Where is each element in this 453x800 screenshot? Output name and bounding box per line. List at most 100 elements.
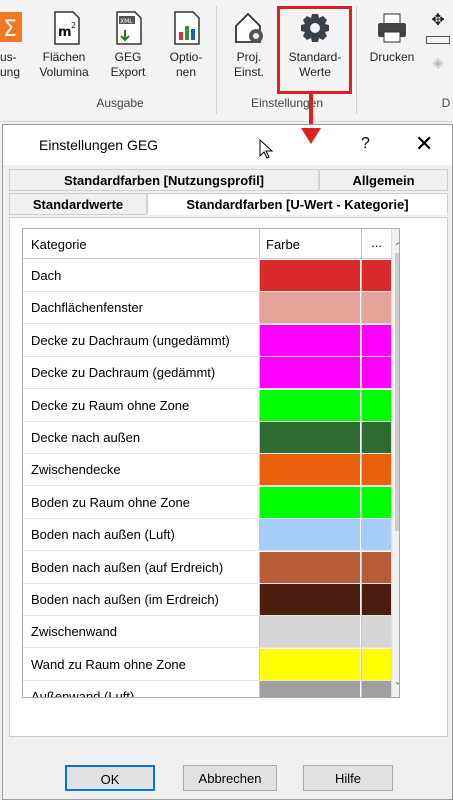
color-picker-cell[interactable]: [361, 324, 391, 356]
dialog-title: Einstellungen GEG: [39, 137, 159, 153]
color-picker-cell[interactable]: [361, 551, 391, 583]
header-farbe[interactable]: Farbe: [259, 229, 360, 258]
grid-header: Kategorie Farbe ...: [23, 229, 391, 259]
chart-options-icon: [169, 10, 203, 46]
group-label-ausgabe: Ausgabe: [96, 96, 144, 110]
color-picker-cell[interactable]: [361, 454, 391, 486]
help-dialog-button[interactable]: Hilfe: [303, 765, 393, 791]
category-name: Decke nach außen: [31, 430, 141, 445]
color-swatch[interactable]: [259, 324, 360, 356]
tab-standardwerte[interactable]: Standardwerte: [9, 193, 147, 215]
tab-standardfarben-u-wert[interactable]: Standardfarben [U-Wert - Kategorie]: [147, 193, 448, 215]
table-row[interactable]: Dachflächenfenster: [23, 292, 391, 325]
ribbon-separator: [216, 6, 217, 114]
color-picker-cell[interactable]: [361, 422, 391, 453]
color-swatch[interactable]: [259, 551, 360, 583]
color-picker-cell[interactable]: [361, 648, 391, 680]
table-row[interactable]: Dach: [23, 260, 391, 292]
category-name: Außenwand (Luft): [31, 689, 135, 698]
category-name: Boden nach außen (im Erdreich): [31, 592, 219, 607]
color-swatch[interactable]: [259, 681, 360, 697]
color-swatch[interactable]: [259, 616, 360, 648]
table-row[interactable]: Zwischendecke: [23, 454, 391, 487]
optionen-label: Optio- nen: [169, 50, 203, 79]
color-picker-cell[interactable]: [361, 389, 391, 421]
small-tools-column: ✥ ◈: [426, 10, 450, 90]
drucken-label: Drucken: [369, 50, 415, 64]
table-row[interactable]: Decke zu Dachraum (ungedämmt): [23, 324, 391, 357]
color-picker-cell[interactable]: [361, 292, 391, 324]
flaechen-volumina-button[interactable]: m2 Flächen Volumina: [32, 4, 96, 96]
mouse-cursor-icon: [259, 138, 274, 164]
close-button[interactable]: ✕: [415, 131, 433, 157]
tab-standardfarben-nutzungsprofil[interactable]: Standardfarben [Nutzungsprofil]: [9, 169, 319, 191]
settings-dialog: Einstellungen GEG ? ✕ Standardfarben [Nu…: [2, 124, 453, 800]
sum-button[interactable]: Σ us- ung: [0, 4, 28, 96]
help-button[interactable]: ?: [361, 135, 370, 153]
category-name: Zwischenwand: [31, 624, 117, 640]
category-name: Zwischendecke: [31, 462, 121, 478]
scrollbar-thumb[interactable]: [395, 253, 399, 531]
svg-text:XML: XML: [120, 18, 133, 25]
table-row[interactable]: Außenwand (Luft): [23, 681, 391, 698]
table-row[interactable]: Decke zu Dachraum (gedämmt): [23, 357, 391, 390]
category-name: Decke zu Dachraum (gedämmt): [31, 365, 216, 381]
color-picker-cell[interactable]: [361, 260, 391, 291]
category-name: Boden nach außen (auf Erdreich): [31, 559, 224, 575]
header-kategorie[interactable]: Kategorie: [31, 237, 87, 252]
table-row[interactable]: Boden nach außen (im Erdreich): [23, 584, 391, 616]
tab-row-front: Standardwerte Standardfarben [U-Wert - K…: [9, 193, 448, 217]
color-picker-cell[interactable]: [361, 681, 391, 697]
optionen-button[interactable]: Optio- nen: [160, 4, 212, 96]
color-picker-cell[interactable]: [361, 616, 391, 648]
ribbon-separator: [356, 6, 357, 114]
tab-row-back: Standardfarben [Nutzungsprofil] Allgemei…: [9, 169, 448, 193]
color-swatch[interactable]: [259, 260, 360, 291]
color-picker-cell[interactable]: [361, 486, 391, 518]
category-name: Wand zu Raum ohne Zone: [31, 656, 186, 672]
color-grid: Kategorie Farbe ... Dach Dachflächenfenst…: [22, 228, 400, 698]
color-swatch[interactable]: [259, 389, 360, 421]
table-row[interactable]: Boden nach außen (auf Erdreich): [23, 551, 391, 584]
color-swatch[interactable]: [259, 519, 360, 551]
category-name: Decke zu Raum ohne Zone: [31, 397, 190, 413]
flaechen-volumina-label: Flächen Volumina: [39, 50, 89, 79]
color-swatch[interactable]: [259, 584, 360, 615]
highlight-frame: [277, 6, 352, 94]
vertical-scrollbar[interactable]: ︿ ﹀: [391, 229, 399, 697]
geg-export-button[interactable]: XML GEG Export: [100, 4, 156, 96]
move-icon[interactable]: ✥: [426, 10, 450, 30]
table-row[interactable]: Boden zu Raum ohne Zone: [23, 486, 391, 519]
drucken-button[interactable]: Drucken: [362, 4, 422, 96]
table-row[interactable]: Boden nach außen (Luft): [23, 519, 391, 552]
color-swatch[interactable]: [259, 422, 360, 453]
cancel-button[interactable]: Abbrechen: [183, 765, 277, 791]
dialog-titlebar: Einstellungen GEG ? ✕: [3, 125, 452, 165]
svg-text:Σ: Σ: [3, 17, 17, 42]
ruler-icon[interactable]: [426, 36, 450, 44]
color-swatch[interactable]: [259, 454, 360, 486]
color-swatch[interactable]: [259, 357, 360, 389]
color-picker-cell[interactable]: [361, 584, 391, 615]
chevron-down-icon[interactable]: ﹀: [392, 679, 399, 697]
table-row[interactable]: Zwischenwand: [23, 616, 391, 649]
table-row[interactable]: Decke zu Raum ohne Zone: [23, 389, 391, 422]
category-name: Boden nach außen (Luft): [31, 527, 175, 543]
color-swatch[interactable]: [259, 292, 360, 324]
color-picker-cell[interactable]: [361, 357, 391, 389]
table-row[interactable]: Wand zu Raum ohne Zone: [23, 648, 391, 681]
header-more[interactable]: ...: [361, 229, 391, 258]
color-swatch[interactable]: [259, 648, 360, 680]
chevron-up-icon[interactable]: ︿: [392, 231, 399, 249]
color-swatch[interactable]: [259, 486, 360, 518]
tab-allgemein[interactable]: Allgemein: [319, 169, 448, 191]
category-name: Boden zu Raum ohne Zone: [31, 494, 190, 510]
table-row[interactable]: Decke nach außen: [23, 422, 391, 454]
category-name: Decke zu Dachraum (ungedämmt): [31, 332, 230, 348]
layers-icon[interactable]: ◈: [426, 54, 450, 71]
ok-button[interactable]: OK: [65, 765, 155, 791]
color-picker-cell[interactable]: [361, 519, 391, 551]
proj-einst-button[interactable]: Proj. Einst.: [222, 4, 276, 96]
category-name: Dach: [31, 268, 62, 283]
sum-label: us- ung: [0, 50, 21, 79]
